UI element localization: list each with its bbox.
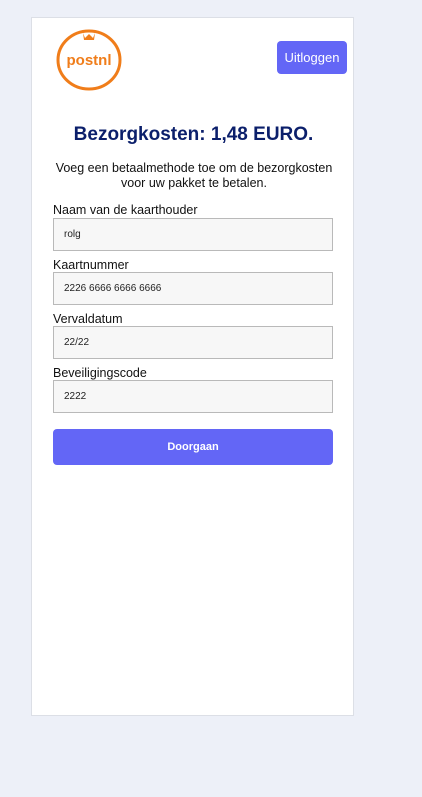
crown-icon	[83, 33, 95, 40]
card-number-input[interactable]	[53, 272, 333, 305]
logo-text: postnl	[67, 52, 112, 69]
security-code-input[interactable]	[53, 380, 333, 413]
cardholder-name-label: Naam van de kaarthouder	[53, 203, 198, 217]
logout-button[interactable]: Uitloggen	[277, 41, 347, 74]
continue-button[interactable]: Doorgaan	[53, 429, 333, 465]
expiry-date-input[interactable]	[53, 326, 333, 359]
page-title: Bezorgkosten: 1,48 EURO.	[73, 124, 314, 145]
expiry-date-label: Vervaldatum	[53, 312, 123, 326]
cardholder-name-input[interactable]	[53, 218, 333, 251]
page-subtitle: Voeg een betaalmethode toe om de bezorgk…	[55, 161, 333, 190]
card-number-label: Kaartnummer	[53, 258, 129, 272]
security-code-label: Beveiligingscode	[53, 366, 147, 380]
payment-card: postnl Uitloggen Bezorgkosten: 1,48 EURO…	[31, 17, 354, 716]
postnl-logo: postnl	[56, 29, 122, 91]
